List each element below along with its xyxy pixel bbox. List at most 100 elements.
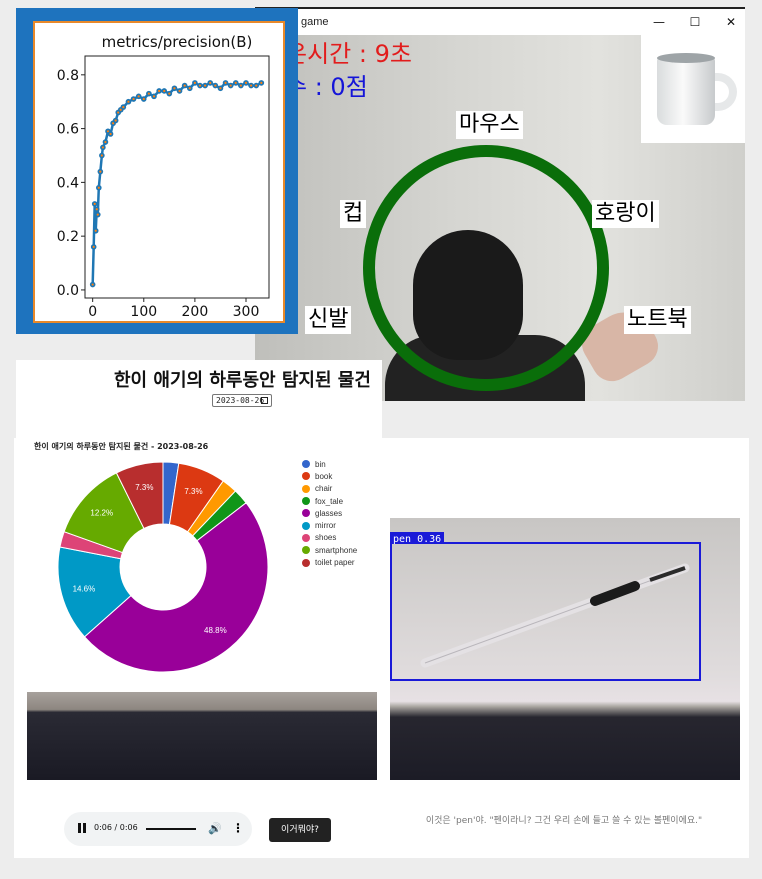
legend-swatch [302, 521, 310, 530]
smoothed-point [147, 92, 150, 95]
slice-label: 7.3% [135, 483, 153, 492]
donut-chart: 7.3% 48.8% 14.6% 12.2% 7.3% [57, 461, 269, 673]
smoothed-point [229, 84, 232, 87]
legend-item[interactable]: book [302, 470, 357, 482]
precision-chart: metrics/precision(B) 0 100 200 300 0.0 0.2 0.4 0… [57, 33, 270, 320]
legend-item[interactable]: toilet paper [302, 556, 357, 568]
x-tick-label: 200 [182, 304, 209, 320]
legend-swatch [302, 472, 310, 481]
legend-item[interactable]: bin [302, 458, 357, 470]
slice-label: 48.8% [204, 626, 227, 635]
smoothed-point [178, 89, 181, 93]
legend-label: toilet paper [315, 558, 355, 568]
volume-icon[interactable]: 🔊 [208, 822, 222, 835]
word-right: 호랑이 [592, 200, 659, 228]
legend-item[interactable]: fox_tale [302, 495, 357, 507]
smoothed-point [152, 95, 156, 98]
word-top: 마우스 [456, 111, 523, 139]
word-bottom-right: 노트북 [624, 306, 691, 334]
smoothed-point [250, 84, 253, 87]
legend-label: mirror [315, 521, 336, 531]
smoothed-point [127, 100, 130, 103]
more-vertical-icon[interactable]: ⋮ [232, 821, 244, 835]
smoothed-point [173, 87, 176, 90]
legend-item[interactable]: chair [302, 483, 357, 495]
x-tick-label: 0 [88, 304, 97, 320]
legend-item[interactable]: smartphone [302, 544, 357, 556]
detection-label: pen 0.36 [393, 534, 441, 545]
smoothed-point [163, 89, 166, 93]
smoothed-point [100, 154, 103, 157]
legend-label: bin [315, 459, 326, 469]
smoothed-point [198, 84, 202, 87]
audio-player[interactable]: 0:06 / 0:06 🔊 ⋮ [64, 812, 252, 846]
maximize-button[interactable]: ☐ [685, 13, 705, 31]
smoothed-point [209, 81, 212, 84]
pause-icon[interactable] [78, 823, 88, 835]
legend-item[interactable]: mirror [302, 519, 357, 531]
smoothed-point [137, 95, 140, 98]
legend-label: fox_tale [315, 496, 344, 506]
smoothed-point [255, 84, 258, 87]
close-button[interactable]: ✕ [721, 13, 741, 31]
minimize-button[interactable]: — [649, 13, 669, 31]
page-title: 한이 애기의 하루동안 탐지된 물건 [114, 370, 371, 391]
y-tick-label: 0.0 [57, 283, 79, 299]
smoothed-point [92, 245, 95, 249]
calendar-icon[interactable] [261, 397, 268, 404]
smoothed-point [114, 119, 117, 122]
legend-swatch [302, 509, 310, 518]
smoothed-point [244, 81, 248, 84]
date-picker[interactable]: 2023-08-26 [212, 394, 272, 407]
legend-item[interactable]: shoes [302, 532, 357, 544]
cup-rim [657, 53, 715, 63]
legend-swatch [302, 533, 310, 542]
legend-label: smartphone [315, 545, 358, 555]
date-value: 2023-08-26 [216, 396, 265, 405]
legend-label: glasses [315, 508, 343, 518]
legend-swatch [302, 546, 310, 555]
plot-frame [84, 55, 270, 299]
y-tick-label: 0.2 [57, 229, 79, 245]
training-chart-panel: metrics/precision(B) 0 100 200 300 0.0 0.2 0.4 0… [16, 8, 298, 334]
scene-photo-left [27, 692, 377, 780]
legend-swatch [302, 484, 310, 493]
smoothed-point [158, 89, 161, 93]
smoothed-point [95, 208, 98, 211]
smoothed-point [94, 229, 97, 232]
legend-item[interactable]: glasses [302, 507, 357, 519]
smoothed-point [109, 132, 112, 136]
smoothed-point [219, 87, 222, 90]
y-tick-label: 0.4 [57, 175, 79, 191]
smoothed-point [93, 202, 96, 205]
word-bottom-left: 신발 [305, 306, 352, 334]
smoothed-point [214, 84, 217, 87]
smoothed-point [193, 81, 196, 84]
smoothed-point [260, 81, 263, 84]
x-tick-label: 300 [233, 304, 260, 320]
window-titlebar: game — ☐ ✕ [255, 9, 745, 35]
smoothed-point [104, 140, 107, 144]
word-left: 컵 [340, 200, 367, 228]
target-ring [363, 145, 609, 391]
smoothed-point [91, 283, 94, 286]
smoothed-point [224, 81, 227, 84]
smoothed-point [122, 105, 125, 109]
smoothed-point [183, 84, 186, 87]
audio-time: 0:06 / 0:06 [94, 823, 138, 832]
pen-grip [590, 581, 640, 606]
legend-label: book [315, 471, 333, 481]
smoothed-point [101, 146, 104, 149]
audio-progress[interactable] [146, 828, 196, 830]
cup-icon [657, 57, 715, 125]
pie-legend: bin book chair fox_taleglasses mirror shoes sm… [302, 458, 357, 569]
slice-label: 12.2% [90, 508, 113, 517]
what-is-this-button[interactable]: 이거뭐야? [269, 818, 331, 842]
chart-title: metrics/precision(B) [102, 33, 253, 51]
pen-edge [424, 567, 686, 664]
legend-swatch [302, 460, 310, 469]
y-tick-label: 0.6 [57, 122, 79, 138]
report-header: 한이 애기의 하루동안 탐지된 물건 2023-08-26 [16, 360, 382, 440]
smoothed-point [204, 84, 207, 87]
x-tick-label: 100 [130, 304, 157, 320]
